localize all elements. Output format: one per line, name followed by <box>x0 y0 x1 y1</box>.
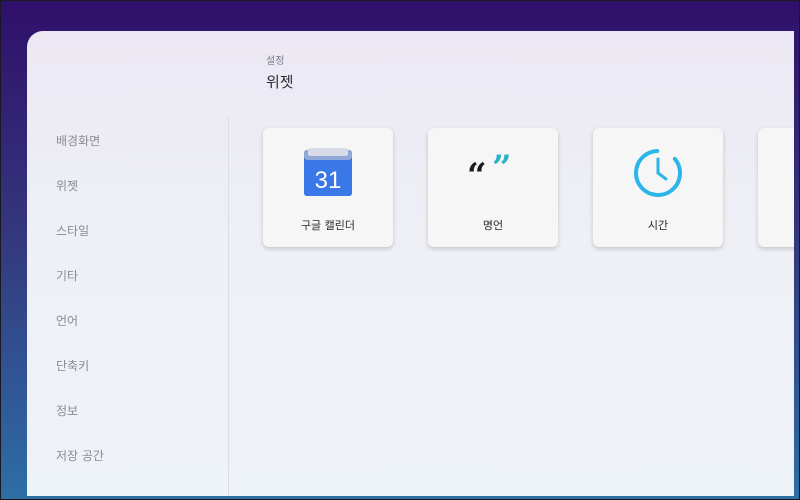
sidebar: 배경화면 위젯 스타일 기타 언어 단축키 정보 저장 공간 <box>27 116 229 496</box>
sidebar-item-widgets[interactable]: 위젯 <box>56 176 78 196</box>
svg-text:“: “ <box>467 156 487 193</box>
page-header: 설정 위젯 <box>266 55 294 92</box>
breadcrumb: 설정 <box>266 56 285 67</box>
settings-panel: 설정 위젯 배경화면 위젯 스타일 기타 언어 단축키 정보 저장 공간 31 … <box>27 31 794 496</box>
page-title: 위젯 <box>266 73 294 91</box>
widget-card-google-calendar[interactable]: 31 구글 캘린더 <box>263 128 393 247</box>
sidebar-item-wallpaper[interactable]: 배경화면 <box>56 131 100 151</box>
widget-card-quote[interactable]: “ ” 명언 <box>428 128 558 247</box>
widget-card-partial[interactable] <box>758 128 794 247</box>
sidebar-item-style[interactable]: 스타일 <box>56 221 89 241</box>
sidebar-item-storage[interactable]: 저장 공간 <box>56 446 104 466</box>
clock-icon <box>593 148 723 198</box>
widget-label: 구글 캘린더 <box>300 219 356 232</box>
calendar-day-number: 31 <box>315 167 342 194</box>
widget-label: 명언 <box>482 219 504 232</box>
sidebar-item-language[interactable]: 언어 <box>56 311 78 331</box>
sidebar-item-info[interactable]: 정보 <box>56 401 78 421</box>
sidebar-item-etc[interactable]: 기타 <box>56 266 78 286</box>
widget-card-clock[interactable]: 시간 <box>593 128 723 247</box>
svg-text:”: ” <box>492 153 512 188</box>
widget-label: 시간 <box>647 219 669 232</box>
quote-icon: “ ” <box>428 148 558 198</box>
sidebar-item-shortcuts[interactable]: 단축키 <box>56 356 89 376</box>
google-calendar-icon: 31 <box>263 148 393 198</box>
